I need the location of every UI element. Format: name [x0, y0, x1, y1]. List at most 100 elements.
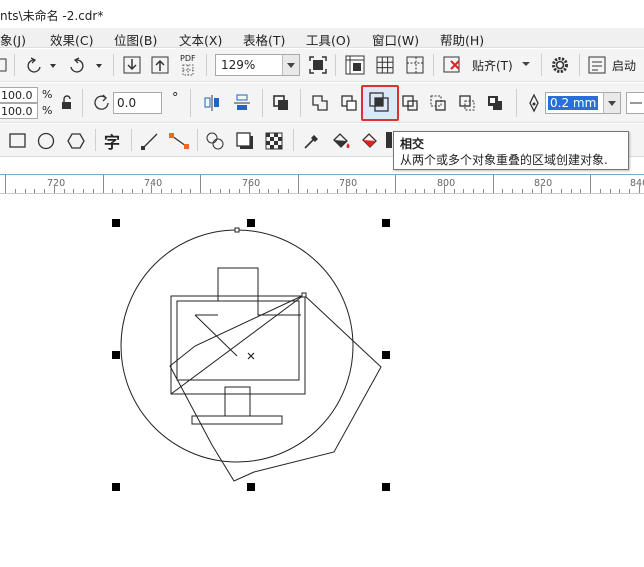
truncated-tool-icon[interactable]: [386, 132, 392, 148]
gear-icon[interactable]: [549, 54, 571, 76]
menu-text[interactable]: 文本(X): [179, 30, 222, 49]
ruler-tick: [356, 189, 357, 193]
redo-icon[interactable]: [66, 56, 106, 74]
zoom-level-value: 129%: [221, 58, 256, 72]
ruler-tick: [609, 189, 611, 193]
outline-width-combo[interactable]: 0.2 mm: [545, 92, 621, 114]
ruler-tick: [551, 189, 552, 193]
snap-off-icon[interactable]: [441, 54, 463, 76]
ruler-tick: [151, 185, 153, 193]
ruler-tick: [521, 189, 523, 193]
ruler-tick: [492, 175, 494, 193]
degree-symbol: °: [172, 91, 179, 106]
drawing-svg: [112, 219, 390, 491]
ruler-label: 780: [339, 178, 358, 189]
menu-object[interactable]: 象(J): [0, 30, 26, 49]
monitor-stand: [224, 386, 251, 417]
mirror-vertical-icon[interactable]: [232, 93, 252, 113]
ruler-tick: [53, 185, 55, 193]
node-handle: [301, 292, 307, 298]
drawing-canvas[interactable]: [0, 195, 644, 564]
center-marker-icon: [247, 352, 255, 360]
ruler-tick: [307, 189, 309, 193]
combine-icon[interactable]: [271, 93, 291, 113]
lock-ratio-icon[interactable]: [60, 95, 74, 111]
polygon-tool-icon[interactable]: [66, 131, 86, 151]
ruler-tick: [170, 189, 172, 193]
monitor-base: [191, 415, 283, 425]
menu-bitmap[interactable]: 位图(B): [114, 30, 157, 49]
outline-width-value: 0.2 mm: [548, 96, 599, 110]
polygon-shape: [169, 294, 382, 482]
full-screen-icon[interactable]: [308, 55, 328, 75]
rulers-icon[interactable]: [344, 54, 366, 76]
selection-handle: [247, 219, 255, 227]
zoom-dropdown-button[interactable]: [282, 55, 299, 75]
selection-handle: [112, 219, 120, 227]
document-icon[interactable]: [0, 58, 8, 72]
front-minus-back-icon[interactable]: [428, 93, 448, 113]
import-icon[interactable]: [122, 55, 142, 75]
drop-shadow-tool-icon[interactable]: [235, 131, 255, 151]
back-minus-front-icon[interactable]: [457, 93, 477, 113]
line-tool-icon[interactable]: [140, 131, 160, 151]
scale-height-unit: %: [42, 104, 53, 117]
rotation-angle-input[interactable]: 0.0: [113, 92, 162, 114]
chevron-down-icon: [608, 101, 616, 106]
intersect-tooltip: 相交 从两个或多个对象重叠的区域创建对象.: [393, 131, 629, 170]
guidelines-icon[interactable]: [404, 54, 426, 76]
menu-window[interactable]: 窗口(W): [372, 30, 419, 49]
menu-help[interactable]: 帮助(H): [440, 30, 484, 49]
export-icon[interactable]: [150, 55, 170, 75]
scale-width-input[interactable]: 100.0: [0, 87, 38, 103]
chevron-down-icon[interactable]: [521, 59, 531, 69]
eyedropper-tool-icon[interactable]: [302, 131, 322, 151]
ruler-tick: [395, 175, 396, 193]
ruler-tick: [580, 189, 582, 193]
grid-icon[interactable]: [374, 54, 396, 76]
undo-icon[interactable]: [22, 56, 60, 74]
line-style-combo[interactable]: [626, 92, 644, 114]
menu-effects[interactable]: 效果(C): [50, 30, 93, 49]
ruler-tick: [229, 189, 231, 193]
launch-label[interactable]: 启动: [612, 57, 636, 74]
ruler-tick: [570, 189, 572, 193]
trim-icon[interactable]: [339, 93, 359, 113]
scale-height-input[interactable]: 100.0: [0, 103, 38, 119]
ruler-tick: [219, 189, 221, 193]
download-arrow-shaft: [217, 267, 301, 316]
horizontal-ruler[interactable]: 720 740 760 780 800 820 840: [0, 174, 644, 194]
connector-tool-icon[interactable]: [168, 131, 190, 151]
ruler-tick: [414, 189, 416, 193]
weld-icon[interactable]: [310, 93, 330, 113]
rectangle-tool-icon[interactable]: [8, 131, 28, 151]
outline-width-dropdown[interactable]: [603, 93, 620, 113]
ruler-tick: [14, 189, 16, 193]
launch-icon[interactable]: [587, 55, 607, 75]
menu-table[interactable]: 表格(T): [243, 30, 285, 49]
zoom-level-combo[interactable]: 129%: [215, 54, 300, 76]
node-handle: [234, 227, 240, 233]
create-boundary-icon[interactable]: [485, 93, 505, 113]
ruler-tick: [443, 185, 445, 193]
mirror-horizontal-icon[interactable]: [202, 93, 222, 113]
ruler-tick: [385, 189, 387, 193]
menu-tools[interactable]: 工具(O): [306, 30, 351, 49]
ruler-tick: [375, 189, 377, 193]
snap-to-dropdown[interactable]: 贴齐(T): [472, 57, 513, 74]
publish-pdf-icon[interactable]: PDF: [180, 54, 196, 63]
ruler-label: 740: [144, 178, 163, 189]
text-tool[interactable]: 字: [104, 129, 120, 153]
ruler-tick: [404, 189, 406, 193]
tooltip-description: 从两个或多个对象重叠的区域创建对象.: [400, 153, 608, 167]
intersect-button[interactable]: [361, 85, 399, 121]
simplify-icon[interactable]: [400, 93, 420, 113]
ellipse-tool-icon[interactable]: [36, 131, 56, 151]
interactive-fill-tool-icon[interactable]: [330, 131, 352, 151]
blend-tool-icon[interactable]: [205, 131, 227, 151]
tooltip-title: 相交: [400, 137, 425, 151]
ruler-tick: [317, 189, 318, 193]
smart-fill-tool-icon[interactable]: [359, 131, 381, 151]
menu-bar: 象(J) 效果(C) 位图(B) 文本(X) 表格(T) 工具(O) 窗口(W)…: [0, 28, 644, 48]
transparency-tool-icon[interactable]: [264, 131, 284, 151]
